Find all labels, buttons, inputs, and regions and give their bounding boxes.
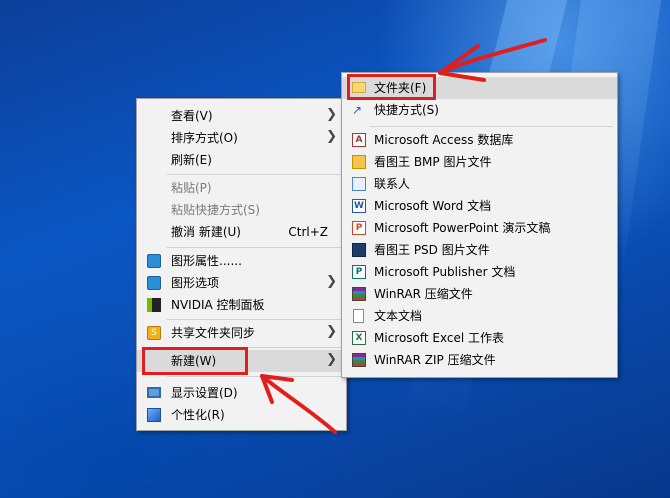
annotation-arrow-icon bbox=[438, 38, 547, 74]
annotation-arrow-icon bbox=[260, 374, 337, 434]
annotation-arrows bbox=[260, 38, 547, 434]
